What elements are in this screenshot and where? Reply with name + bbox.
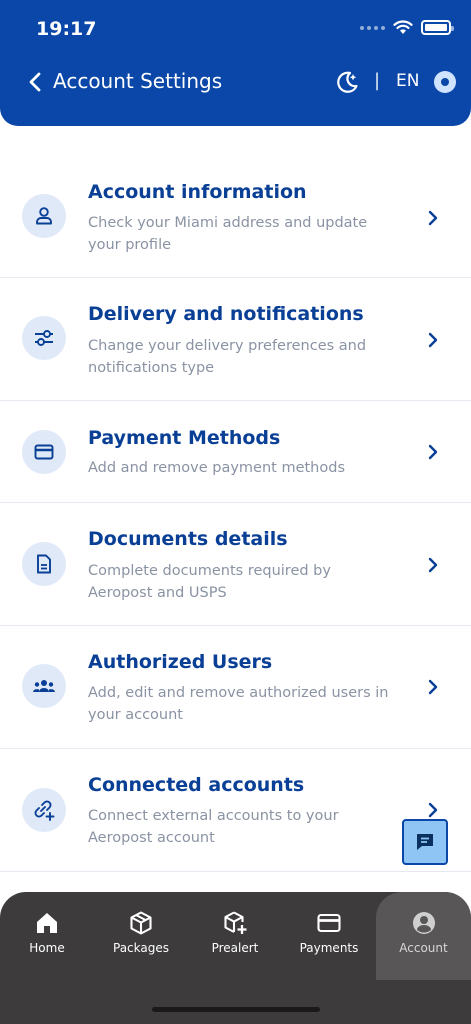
app-header: 19:17 Account Settings | EN [0, 0, 471, 126]
settings-item-connected-accounts[interactable]: Connected accounts Connect external acco… [0, 749, 471, 872]
chevron-right-icon [428, 332, 438, 348]
item-description: Add, edit and remove authorized users in… [88, 685, 389, 723]
status-bar: 19:17 [0, 16, 471, 44]
chevron-right-icon [428, 679, 438, 695]
sliders-icon [22, 316, 66, 360]
bottom-tab-bar: Home Packages Prealert Payments Account [0, 892, 471, 1024]
card-icon [317, 913, 341, 933]
tab-label: Prealert [211, 941, 259, 955]
settings-item-authorized-users[interactable]: Authorized Users Add, edit and remove au… [0, 626, 471, 749]
item-title: Documents details [88, 528, 288, 550]
item-description: Change your delivery preferences and not… [88, 338, 367, 376]
language-switch[interactable]: EN [396, 71, 419, 91]
tab-label: Home [29, 941, 65, 955]
settings-list: Account information Check your Miami add… [0, 155, 471, 872]
status-icons [360, 20, 454, 35]
dark-mode-toggle-icon[interactable] [334, 69, 360, 95]
settings-item-account-information[interactable]: Account information Check your Miami add… [0, 155, 471, 278]
tab-label: Payments [299, 941, 359, 955]
tab-account[interactable]: Account [376, 892, 471, 980]
home-indicator [152, 1007, 320, 1012]
item-title: Payment Methods [88, 427, 281, 449]
item-description: Check your Miami address and update your… [88, 215, 368, 253]
account-circle-icon [412, 912, 435, 934]
settings-item-delivery-notifications[interactable]: Delivery and notifications Change your d… [0, 278, 471, 401]
chevron-right-icon [428, 557, 438, 573]
wifi-icon [393, 20, 413, 34]
tab-label: Account [399, 941, 448, 955]
link-add-icon [22, 788, 66, 832]
tab-prealert[interactable]: Prealert [188, 892, 282, 980]
item-description: Complete documents required by Aeropost … [88, 563, 331, 601]
item-title: Authorized Users [88, 651, 273, 673]
nav-row: Account Settings | EN [0, 64, 471, 100]
credit-card-icon [22, 430, 66, 474]
item-title: Account information [88, 181, 307, 203]
chevron-right-icon [428, 210, 438, 226]
chat-icon [417, 834, 433, 850]
package-add-icon [224, 911, 247, 934]
item-description: Connect external accounts to your Aeropo… [88, 808, 339, 846]
brand-logo-icon[interactable] [434, 71, 456, 93]
home-icon [37, 913, 57, 933]
back-arrow-icon[interactable] [26, 70, 46, 94]
nav-separator: | [374, 70, 381, 91]
item-description: Add and remove payment methods [88, 460, 345, 476]
document-icon [22, 542, 66, 586]
page-title: Account Settings [53, 69, 223, 93]
settings-item-payment-methods[interactable]: Payment Methods Add and remove payment m… [0, 401, 471, 503]
status-time: 19:17 [36, 18, 97, 40]
tab-home[interactable]: Home [0, 892, 94, 980]
item-title: Delivery and notifications [88, 303, 364, 325]
item-title: Connected accounts [88, 774, 305, 796]
signal-icon [360, 25, 385, 30]
package-icon [130, 911, 152, 935]
chat-button[interactable] [402, 819, 448, 865]
users-icon [22, 664, 66, 708]
chevron-right-icon [428, 444, 438, 460]
settings-item-documents-details[interactable]: Documents details Complete documents req… [0, 503, 471, 626]
tab-payments[interactable]: Payments [282, 892, 376, 980]
battery-icon [421, 20, 454, 35]
user-icon [22, 194, 66, 238]
tab-packages[interactable]: Packages [94, 892, 188, 980]
tab-label: Packages [113, 941, 169, 955]
chevron-right-icon [428, 802, 438, 818]
